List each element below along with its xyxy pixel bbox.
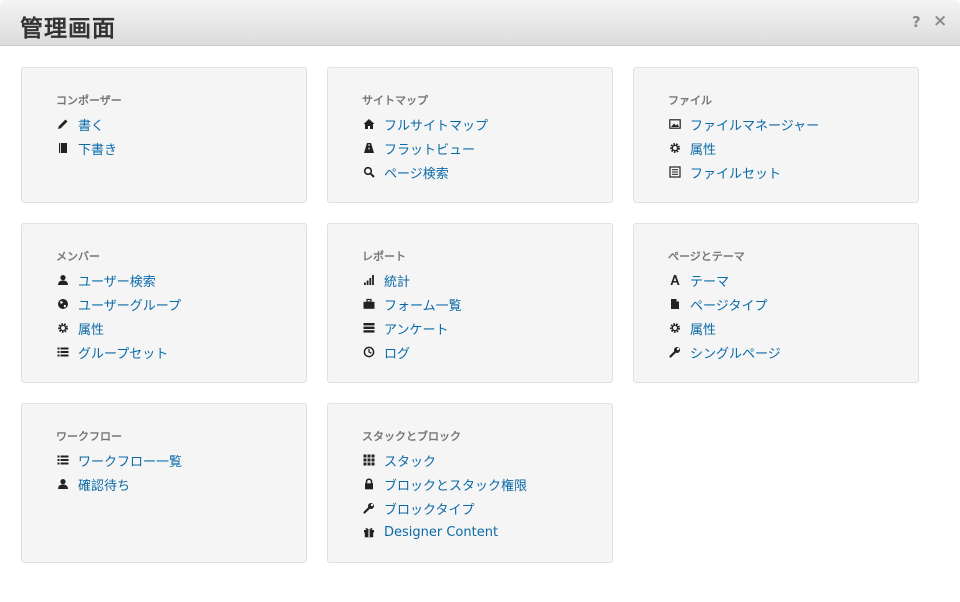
menu-item-designer-content[interactable]: Designer Content [362,520,527,544]
menu-item-user-groups[interactable]: ユーザーグループ [56,292,181,316]
menu-item-label: ブロックとスタック権限 [384,478,528,494]
list-icon [56,453,70,467]
menu-item-label: ファイルマネージャー [690,118,820,134]
panel-title: スタックとブロック [362,430,461,443]
book-icon [56,141,70,155]
road-icon [362,141,376,155]
menu-item-label: 属性 [690,142,717,158]
menu-item-label: ページタイプ [690,298,768,314]
dialog-title: 管理画面 [20,16,116,42]
help-button[interactable]: ? [912,13,921,31]
menu-item-file-attributes[interactable]: 属性 [668,136,819,160]
menu-item-label: グループセット [78,346,169,362]
panel-title: サイトマップ [362,94,428,107]
menu-item-label: Designer Content [384,524,499,540]
wrench-icon [668,345,682,359]
picture-icon [668,117,682,131]
dialog-header: 管理画面 ? × [0,0,960,46]
panel-sitemap: サイトマップ フルサイトマップ フラットビュー ページ検索 [327,67,613,203]
menu-item-drafts[interactable]: 下書き [56,136,117,160]
user-icon [56,477,70,491]
menu-item-label: ログ [384,346,411,362]
panel-workflow: ワークフロー ワークフロー一覧 確認待ち [21,403,307,563]
menu-item-full-sitemap[interactable]: フルサイトマップ [362,112,488,136]
panel-pages-themes: ページとテーマ テーマ ページタイプ 属性 シングルページ [633,223,919,383]
menu-item-themes[interactable]: テーマ [668,268,781,292]
user-icon [56,273,70,287]
panel-composer: コンポーザー 書く 下書き [21,67,307,203]
menu-item-form-list[interactable]: フォーム一覧 [362,292,462,316]
panel-title: コンポーザー [56,94,122,107]
menu-item-logs[interactable]: ログ [362,340,462,364]
menu-item-file-sets[interactable]: ファイルセット [668,160,819,184]
menu-item-label: フルサイトマップ [384,118,489,134]
menu-item-workflow-list[interactable]: ワークフロー一覧 [56,448,182,472]
lock-icon [362,477,376,491]
panel-stacks-blocks: スタックとブロック スタック ブロックとスタック権限 ブロックタイプ Desig… [327,403,613,563]
menu-item-label: フラットビュー [384,142,476,158]
menu-item-user-attributes[interactable]: 属性 [56,316,181,340]
cog-icon [56,321,70,335]
menu-item-label: シングルページ [690,346,781,362]
panel-file: ファイル ファイルマネージャー 属性 ファイルセット [633,67,919,203]
panel-title: ページとテーマ [668,250,745,263]
menu-item-survey[interactable]: アンケート [362,316,462,340]
panel-title: メンバー [56,250,100,263]
panel-members: メンバー ユーザー検索 ユーザーグループ 属性 グループセット [21,223,307,383]
menu-item-label: ページ検索 [384,166,449,182]
font-icon [668,273,682,287]
menu-item-page-search[interactable]: ページ検索 [362,160,488,184]
menu-item-block-types[interactable]: ブロックタイプ [362,496,527,520]
briefcase-icon [362,297,376,311]
menu-item-page-types[interactable]: ページタイプ [668,292,781,316]
menu-item-label: 統計 [384,274,411,290]
close-button[interactable]: × [933,11,947,31]
menu-item-user-search[interactable]: ユーザー検索 [56,268,181,292]
menu-item-label: ユーザー検索 [78,274,156,290]
menu-item-label: 属性 [690,322,717,338]
cog-icon [668,321,682,335]
home-icon [362,117,376,131]
search-icon [362,165,376,179]
panel-title: ファイル [668,94,712,107]
menu-item-label: アンケート [384,322,449,338]
menu-item-label: 確認待ち [78,478,131,494]
menu-item-label: テーマ [690,274,730,290]
menu-item-single-pages[interactable]: シングルページ [668,340,781,364]
list-alt-icon [668,165,682,179]
menu-item-statistics[interactable]: 統計 [362,268,462,292]
menu-item-group-sets[interactable]: グループセット [56,340,181,364]
menu-item-page-attributes[interactable]: 属性 [668,316,781,340]
menu-item-write[interactable]: 書く [56,112,117,136]
menu-item-label: 書く [78,118,105,134]
panel-title: ワークフロー [56,430,122,443]
menu-item-stacks[interactable]: スタック [362,448,527,472]
menu-item-label: ファイルセット [690,166,782,182]
menu-item-label: 属性 [78,322,105,338]
menu-item-block-stack-permissions[interactable]: ブロックとスタック権限 [362,472,527,496]
cog-icon [668,141,682,155]
time-icon [362,345,376,359]
menu-item-label: 下書き [78,142,118,158]
gift-icon [362,525,376,539]
pencil-icon [56,117,70,131]
th-icon [362,453,376,467]
signal-icon [362,273,376,287]
globe-icon [56,297,70,311]
file-icon [668,297,682,311]
menu-item-file-manager[interactable]: ファイルマネージャー [668,112,819,136]
menu-item-label: ワークフロー一覧 [78,454,183,470]
menu-item-waiting-approval[interactable]: 確認待ち [56,472,182,496]
list-icon [56,345,70,359]
menu-item-label: ユーザーグループ [78,298,181,314]
wrench-icon [362,501,376,515]
panel-reports: レポート 統計 フォーム一覧 アンケート ログ [327,223,613,383]
tasks-icon [362,321,376,335]
menu-item-flat-view[interactable]: フラットビュー [362,136,488,160]
panel-title: レポート [362,250,406,263]
menu-item-label: スタック [384,454,437,470]
menu-item-label: ブロックタイプ [384,502,475,518]
menu-item-label: フォーム一覧 [384,298,462,314]
